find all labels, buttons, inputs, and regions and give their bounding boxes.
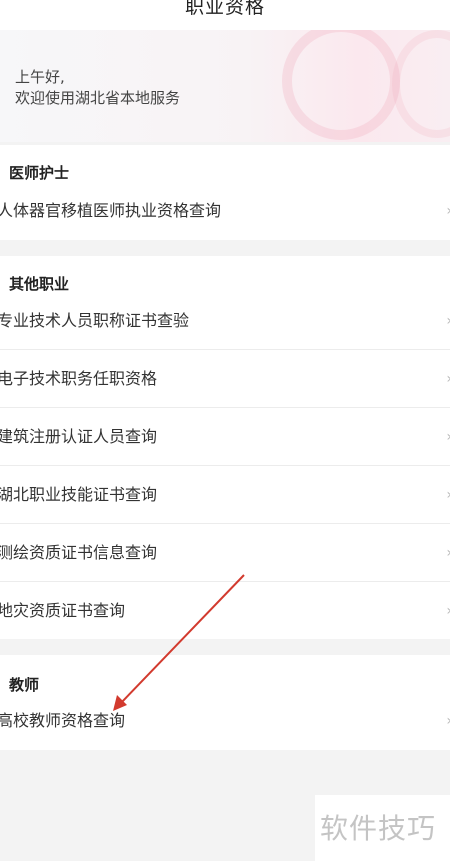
- annotation-arrow: [113, 574, 245, 711]
- watermark: 软件技巧: [315, 795, 450, 861]
- watermark-text: 软件技巧: [320, 812, 437, 845]
